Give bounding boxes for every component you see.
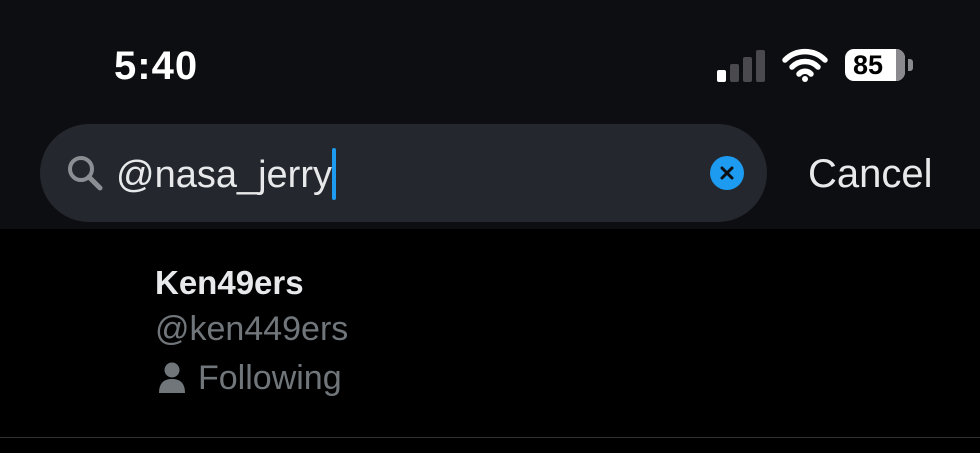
battery-empty-portion — [896, 49, 905, 81]
battery-level: 85 — [853, 50, 884, 80]
status-time: 5:40 — [114, 44, 199, 88]
text-cursor — [332, 148, 336, 200]
search-input-text: @nasa_jerry — [116, 154, 332, 196]
person-icon — [159, 362, 185, 393]
result-handle: @ken449ers — [155, 310, 349, 348]
result-relationship-label: Following — [198, 359, 342, 397]
cancel-button[interactable]: Cancel — [808, 148, 933, 200]
search-input[interactable]: @nasa_jerry — [116, 148, 336, 202]
search-result-item[interactable] — [0, 229, 980, 438]
divider — [0, 437, 980, 438]
battery-icon: 85 — [845, 49, 905, 81]
clear-icon — [720, 166, 734, 180]
clear-search-button[interactable] — [710, 156, 744, 190]
result-relationship: Following — [158, 356, 342, 400]
wifi-icon — [782, 48, 828, 82]
search-icon — [68, 156, 103, 191]
result-display-name: Ken49ers — [155, 264, 304, 301]
battery-nub — [908, 59, 913, 71]
signal-icon — [717, 50, 765, 82]
